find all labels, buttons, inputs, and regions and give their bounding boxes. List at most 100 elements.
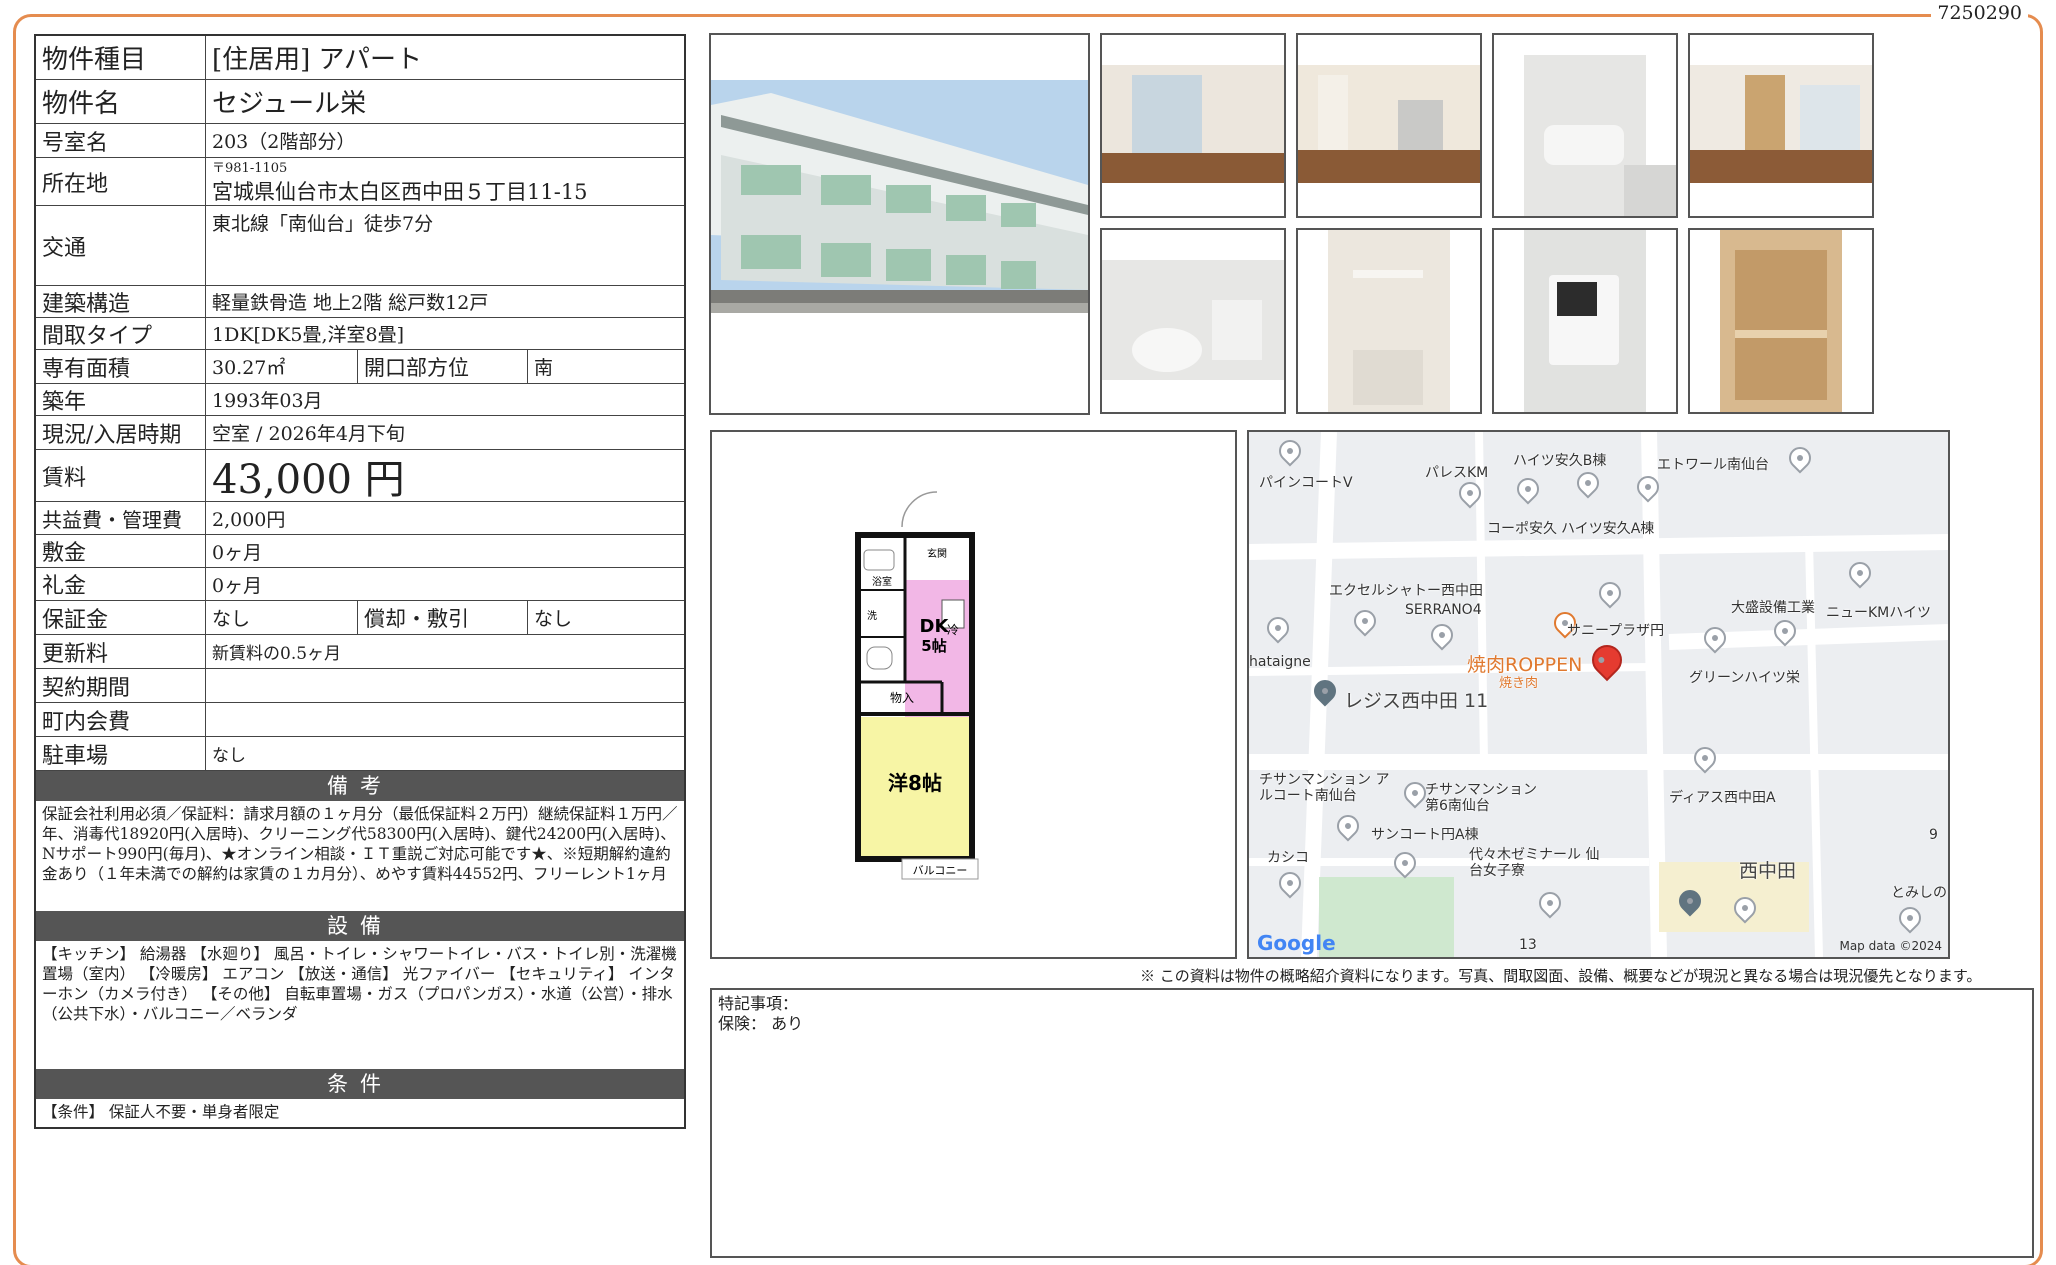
plan-storage: 物入	[890, 691, 914, 705]
status-value: 空室 / 2026年4月下旬	[212, 423, 405, 445]
room-photo-5	[1100, 228, 1286, 414]
disclaimer-text: ※ この資料は物件の概略紹介資料になります。写真、間取図面、設備、概要などが現況…	[1140, 967, 1982, 985]
map-label: カシコ	[1267, 850, 1309, 866]
conditions-text: 【条件】 保証人不要・単身者限定	[42, 1103, 280, 1121]
row-name: 物件名 セジュール栄	[36, 80, 684, 124]
map-label: パインコートV	[1259, 475, 1353, 491]
area-name-label: 西中田	[1739, 860, 1797, 882]
area-value: 30.27㎡	[206, 350, 358, 383]
remarks-heading: 備考	[36, 771, 684, 801]
room-photo-8	[1688, 228, 1874, 414]
room-photo-1	[1100, 33, 1286, 218]
contract-value	[206, 669, 684, 702]
row-contract: 契約期間	[36, 669, 684, 703]
keymoney-label: 礼金	[36, 568, 206, 600]
renewal-value: 新賃料の0.5ヶ月	[212, 644, 342, 664]
row-fee: 共益費・管理費 2,000円	[36, 502, 684, 535]
row-status: 現況/入居時期 空室 / 2026年4月下旬	[36, 416, 684, 450]
map-label: サニープラザ円	[1567, 623, 1665, 639]
row-rent: 賃料 43,000 円	[36, 450, 684, 503]
location-map[interactable]: パインコートV パレスKM ハイツ安久B棟 エトワール南仙台 コーポ安久 ハイツ…	[1247, 430, 1950, 959]
row-traffic: 交通 東北線「南仙台」徒歩7分	[36, 206, 684, 286]
plan-western: 洋8帖	[888, 771, 942, 795]
map-label: 13	[1519, 937, 1537, 953]
map-label: とみしの	[1891, 885, 1947, 901]
room-photo-4	[1688, 33, 1874, 218]
row-parking: 駐車場 なし	[36, 737, 684, 771]
equipment-heading: 設備	[36, 911, 684, 941]
map-label: 大盛設備工業	[1731, 600, 1815, 616]
map-attribution: Map data ©2024	[1839, 939, 1942, 953]
map-label: コーポ安久	[1487, 521, 1557, 537]
town-value	[206, 703, 684, 736]
traffic-label: 交通	[36, 206, 206, 285]
map-label: hataigne	[1249, 654, 1311, 670]
type-label: 物件種目	[36, 36, 206, 79]
built-value: 1993年03月	[212, 390, 323, 412]
row-keymoney: 礼金 0ヶ月	[36, 568, 684, 601]
room-photo-3	[1492, 33, 1678, 218]
fee-label: 共益費・管理費	[36, 502, 206, 534]
map-label: チサンマンション アルコート南仙台	[1259, 772, 1390, 804]
deposit-label: 敷金	[36, 535, 206, 567]
restaurant-sub-label: 焼き肉	[1499, 676, 1539, 691]
row-town: 町内会費	[36, 703, 684, 737]
status-label: 現況/入居時期	[36, 416, 206, 449]
plan-wash: 洗	[867, 610, 877, 622]
guarantee-value: なし	[206, 601, 358, 634]
remarks-text: 保証会社利用必須／保証料：請求月額の１ヶ月分（最低保証料２万円）継続保証料１万円…	[42, 805, 678, 883]
traffic-value: 東北線「南仙台」徒歩7分	[212, 213, 434, 235]
location-value: 〒981-1105 宮城県仙台市太白区西中田５丁目11-15	[206, 158, 684, 205]
map-label: チサンマンション 第6南仙台	[1425, 782, 1537, 814]
row-built: 築年 1993年03月	[36, 384, 684, 416]
equipment-text: 【キッチン】 給湯器 【水廻り】 風呂・トイレ・シャワートイレ・バス・トイレ別・…	[42, 945, 677, 1023]
row-layout: 間取タイプ 1DK[DK5畳,洋室8畳]	[36, 318, 684, 350]
conditions-heading: 条件	[36, 1069, 684, 1099]
rent-value: 43,000 円	[212, 456, 405, 503]
town-label: 町内会費	[36, 703, 206, 736]
map-label: エトワール南仙台	[1657, 457, 1769, 473]
room-photo-6	[1296, 228, 1482, 414]
plan-genkan: 玄関	[927, 547, 947, 560]
direction-value: 南	[534, 357, 554, 379]
map-label: ニューKMハイツ	[1826, 605, 1931, 621]
row-location: 所在地 〒981-1105 宮城県仙台市太白区西中田５丁目11-15	[36, 158, 684, 206]
row-room: 号室名 203（2階部分）	[36, 124, 684, 158]
map-label: サンコート円A棟	[1371, 827, 1479, 843]
structure-value: 軽量鉄骨造 地上2階 総戸数12戸	[212, 292, 489, 314]
property-info-table: 物件種目 [住居用] アパート 物件名 セジュール栄 号室名 203（2階部分）…	[34, 34, 686, 1129]
map-label: パレスKM	[1425, 465, 1489, 481]
exterior-photo	[709, 33, 1090, 415]
plan-dk: DK	[920, 616, 950, 637]
map-label: 代々木ゼミナール 仙台女子寮	[1469, 847, 1600, 879]
amort-label: 償却・敷引	[358, 601, 528, 634]
layout-label: 間取タイプ	[36, 318, 206, 349]
room-photo-7	[1492, 228, 1678, 414]
contract-label: 契約期間	[36, 669, 206, 702]
map-label: ディアス西中田A	[1669, 790, 1776, 806]
map-label: SERRANO4	[1405, 602, 1482, 618]
row-guarantee: 保証金 なし 償却・敷引 なし	[36, 601, 684, 635]
direction-label: 開口部方位	[358, 350, 528, 383]
plan-dk-size: 5帖	[921, 637, 946, 655]
guarantee-label: 保証金	[36, 601, 206, 634]
row-renewal: 更新料 新賃料の0.5ヶ月	[36, 635, 684, 669]
google-logo: Google	[1257, 931, 1336, 955]
parking-value: なし	[212, 746, 246, 766]
room-label: 号室名	[36, 124, 206, 157]
residence-label: レジス西中田 11	[1344, 690, 1489, 712]
row-deposit: 敷金 0ヶ月	[36, 535, 684, 568]
keymoney-value: 0ヶ月	[212, 574, 263, 597]
row-structure: 建築構造 軽量鉄骨造 地上2階 総戸数12戸	[36, 286, 684, 318]
fee-value: 2,000円	[212, 508, 286, 531]
map-label: ハイツ安久B棟	[1513, 453, 1607, 469]
plan-balcony: バルコニー	[913, 864, 968, 877]
location-label: 所在地	[36, 158, 206, 205]
amort-value: なし	[534, 608, 573, 630]
built-label: 築年	[36, 384, 206, 415]
room-photo-2	[1296, 33, 1482, 218]
room-value: 203（2階部分）	[212, 131, 356, 153]
row-type: 物件種目 [住居用] アパート	[36, 36, 684, 80]
structure-label: 建築構造	[36, 286, 206, 317]
map-label: グリーンハイツ栄	[1689, 670, 1801, 686]
